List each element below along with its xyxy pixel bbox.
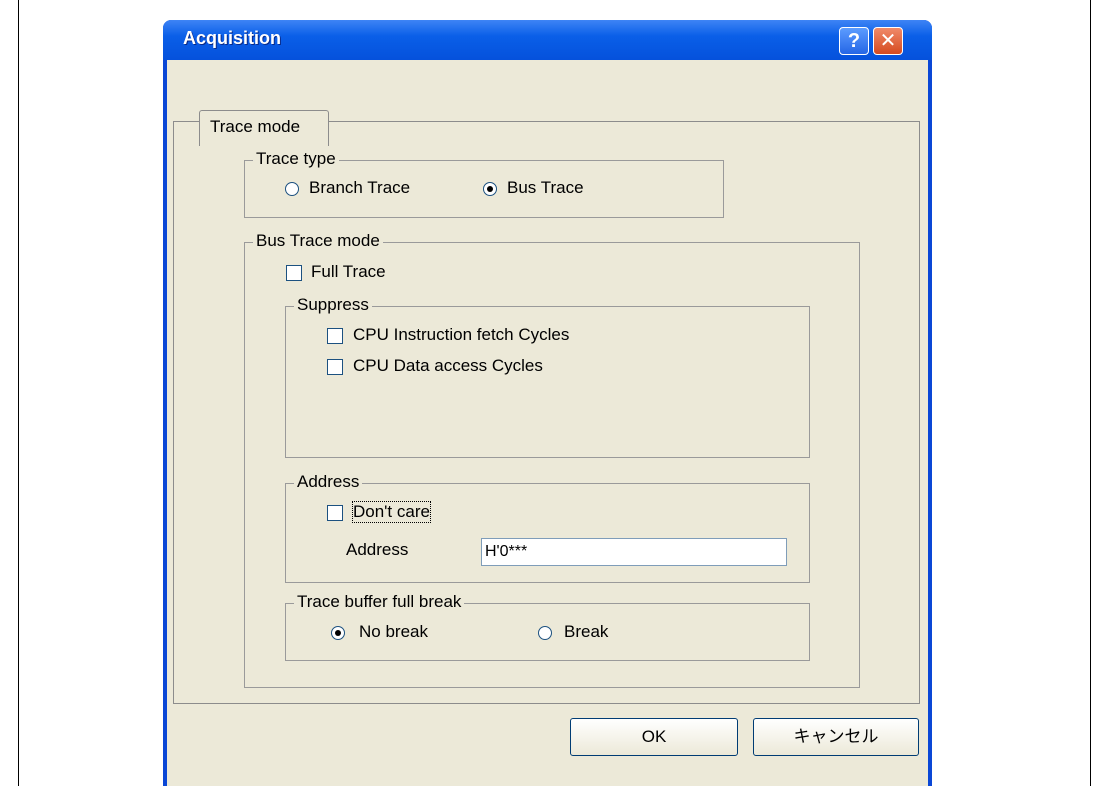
cpu-instruction-fetch-label[interactable]: CPU Instruction fetch Cycles	[353, 325, 569, 345]
bus-trace-mode-legend: Bus Trace mode	[253, 231, 383, 251]
close-button[interactable]: ✕	[873, 27, 903, 55]
address-legend: Address	[294, 472, 363, 492]
cpu-data-access-label[interactable]: CPU Data access Cycles	[353, 356, 543, 376]
dialog-client-area: Trace mode Trace type Branch Trace Bus T…	[167, 60, 928, 786]
tab-trace-mode-label: Trace mode	[210, 117, 301, 136]
branch-trace-radio[interactable]	[285, 182, 299, 196]
cancel-button[interactable]: キャンセル	[753, 718, 919, 756]
full-trace-checkbox[interactable]	[286, 265, 302, 281]
dont-care-label[interactable]: Don't care	[352, 501, 431, 523]
suppress-group: Suppress CPU Instruction fetch Cycles CP…	[285, 295, 810, 458]
help-button[interactable]: ?	[839, 27, 869, 55]
tab-panel: Trace type Branch Trace Bus Trace Bus Tr…	[173, 121, 920, 704]
trace-buffer-full-break-group: Trace buffer full break No break Break	[285, 592, 810, 661]
trace-buffer-full-break-legend: Trace buffer full break	[294, 592, 465, 612]
no-break-radio[interactable]	[331, 626, 345, 640]
bus-trace-mode-group: Bus Trace mode Full Trace Suppress CPU I…	[244, 231, 860, 688]
trace-type-group: Trace type Branch Trace Bus Trace	[244, 149, 724, 218]
bus-trace-radio[interactable]	[483, 182, 497, 196]
ok-button[interactable]: OK	[570, 718, 738, 756]
cpu-data-access-checkbox[interactable]	[327, 359, 343, 375]
dont-care-checkbox[interactable]	[327, 505, 343, 521]
frame-right-border	[1090, 0, 1091, 786]
trace-type-legend: Trace type	[253, 149, 339, 169]
suppress-legend: Suppress	[294, 295, 372, 315]
title-bar[interactable]: Acquisition ? ✕	[163, 20, 932, 60]
address-group: Address Don't care Address	[285, 472, 810, 583]
break-label[interactable]: Break	[564, 622, 608, 642]
tab-trace-mode[interactable]: Trace mode	[199, 110, 329, 146]
full-trace-label[interactable]: Full Trace	[311, 262, 386, 282]
no-break-label[interactable]: No break	[359, 622, 428, 642]
frame-left-border	[18, 0, 19, 786]
address-input[interactable]	[481, 538, 787, 566]
dialog-title: Acquisition	[183, 28, 281, 48]
address-field-label: Address	[346, 540, 409, 559]
branch-trace-label[interactable]: Branch Trace	[309, 178, 410, 198]
bus-trace-label[interactable]: Bus Trace	[507, 178, 584, 198]
cpu-instruction-fetch-checkbox[interactable]	[327, 328, 343, 344]
break-radio[interactable]	[538, 626, 552, 640]
acquisition-dialog: Acquisition ? ✕ Trace mode Trace type Br…	[163, 20, 932, 786]
